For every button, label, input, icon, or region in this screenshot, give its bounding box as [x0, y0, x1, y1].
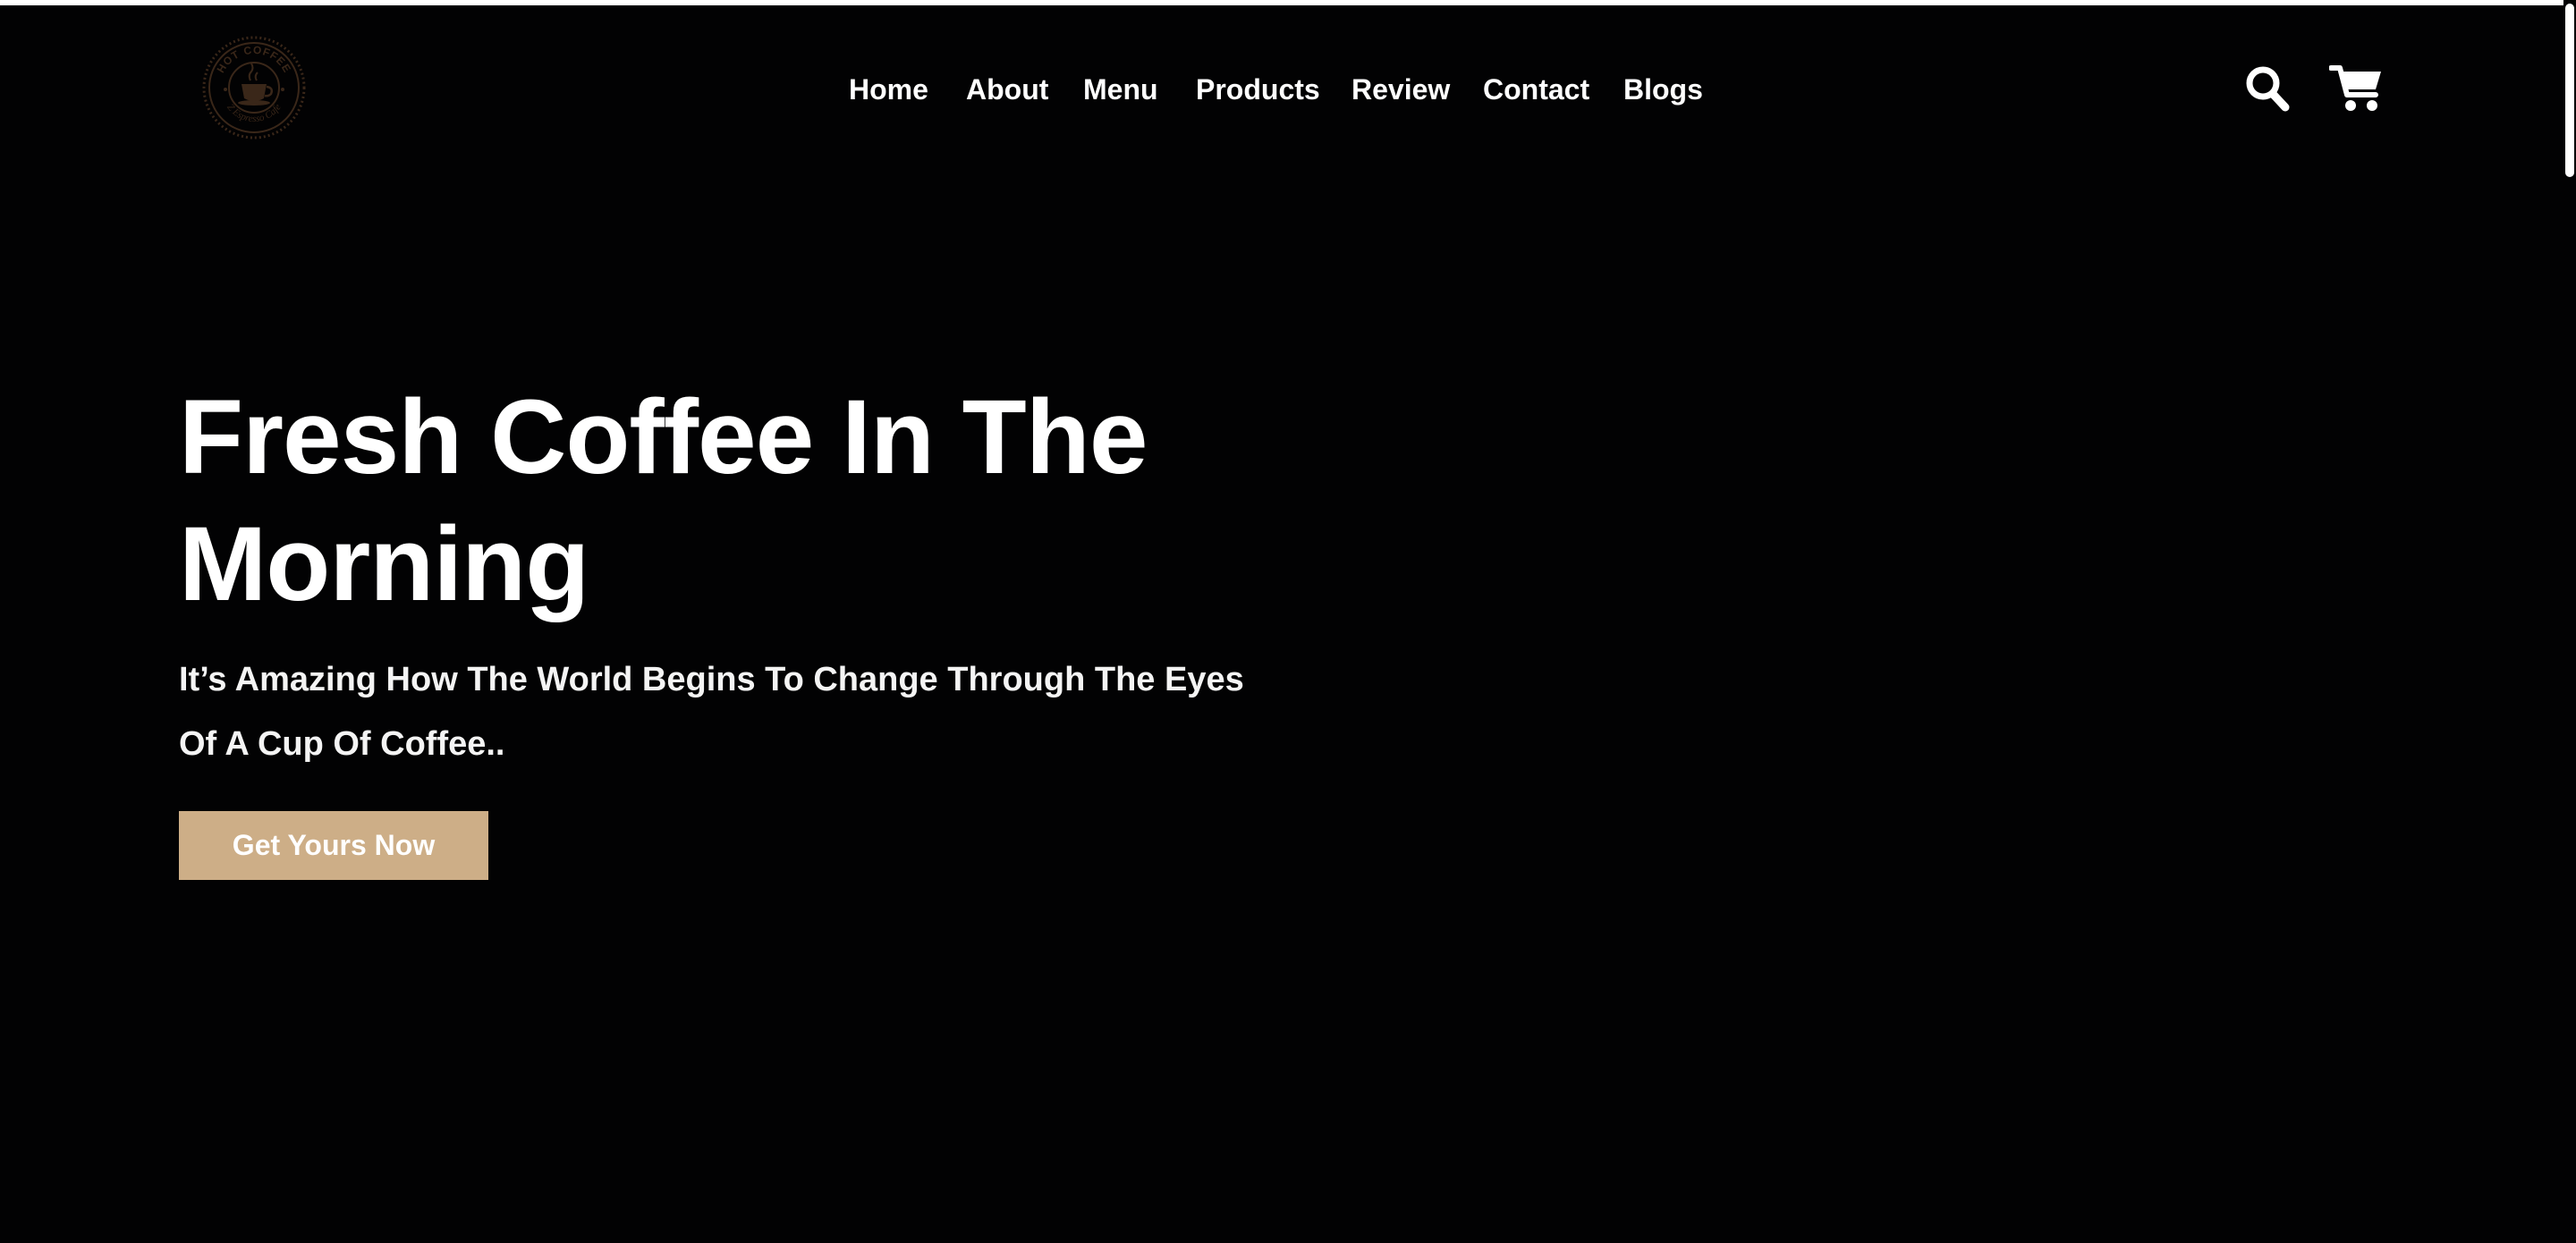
svg-text:HOT COFFEE: HOT COFFEE [215, 44, 294, 75]
nav-link-blogs[interactable]: Blogs [1623, 72, 1703, 107]
hero-subtitle: It’s Amazing How The World Begins To Cha… [179, 647, 1270, 776]
main-nav: Home About Menu Products Review Contact … [0, 72, 2563, 107]
hero-title-line-2: Morning [179, 505, 589, 623]
nav-link-home[interactable]: Home [849, 72, 928, 107]
search-icon [2246, 66, 2290, 112]
hero-subtitle-line-1: It’s Amazing How The World Begins To Cha… [179, 661, 1244, 698]
hero-title: Fresh Coffee In The Morning [179, 374, 1342, 628]
scrollbar-thumb[interactable] [2565, 4, 2574, 177]
get-yours-now-button[interactable]: Get Yours Now [179, 811, 488, 880]
nav-link-menu[interactable]: Menu [1083, 72, 1158, 107]
top-border [0, 0, 2563, 5]
nav-link-products[interactable]: Products [1196, 72, 1320, 107]
nav-link-review[interactable]: Review [1352, 72, 1450, 107]
nav-link-contact[interactable]: Contact [1483, 72, 1589, 107]
cart-button[interactable] [2328, 63, 2385, 114]
logo-top-text: HOT COFFEE [215, 44, 293, 75]
cart-icon [2328, 65, 2381, 111]
hero-subtitle-line-2: Of A Cup Of Coffee.. [179, 725, 505, 763]
search-button[interactable] [2245, 64, 2290, 113]
page-scrollbar[interactable] [2563, 0, 2576, 1243]
hero-title-line-1: Fresh Coffee In The [179, 378, 1148, 496]
nav-link-about[interactable]: About [966, 72, 1048, 107]
